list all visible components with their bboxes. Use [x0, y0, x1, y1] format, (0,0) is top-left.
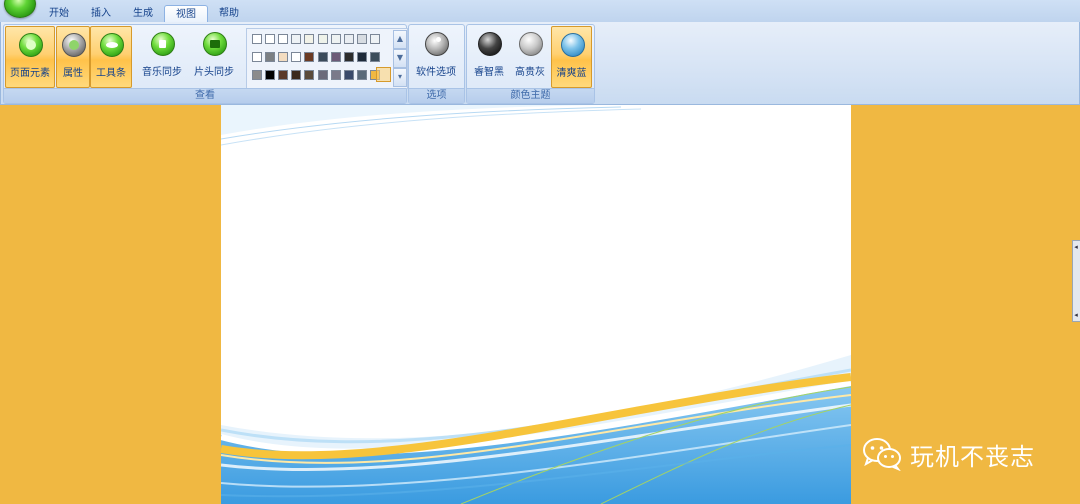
film-icon — [203, 32, 227, 56]
properties-icon — [62, 33, 86, 57]
color-theme-group-label: 颜色主题 — [467, 88, 594, 103]
color-swatch[interactable] — [304, 34, 315, 44]
theme-fresh-blue-label: 清爽蓝 — [556, 68, 587, 79]
color-swatch[interactable] — [356, 52, 367, 62]
header-sync-button[interactable]: 片头同步 — [190, 26, 238, 86]
color-theme-group: 睿智黑 高贵灰 清爽蓝 颜色主题 — [466, 24, 595, 104]
color-swatch[interactable] — [343, 70, 354, 80]
toolbar-label: 工具条 — [96, 68, 126, 79]
collapse-arrow-icon: ◂ — [1074, 243, 1078, 251]
color-swatch[interactable] — [265, 34, 276, 44]
color-swatch[interactable] — [291, 52, 302, 62]
side-collapse-tab[interactable]: ◂ ◂ — [1072, 240, 1080, 322]
header-sync-label: 片头同步 — [194, 67, 234, 78]
page-canvas[interactable] — [221, 105, 851, 504]
knob-icon — [425, 32, 449, 56]
theme-dark-black-button[interactable]: 睿智黑 — [469, 26, 509, 86]
properties-button[interactable]: 属性 — [56, 26, 90, 88]
theme-fresh-blue-button[interactable]: 清爽蓝 — [551, 26, 592, 88]
page-elements-label: 页面元素 — [10, 68, 50, 79]
color-swatch[interactable] — [330, 70, 341, 80]
title-bar: 开始 插入 生成 视图 帮助 — [0, 0, 1080, 24]
ribbon-panel: 页面元素 属性 工具条 音乐同步 片头同步 ▲ ▼ ▾ 查看 软件选项 选项 睿… — [0, 22, 1080, 105]
watermark: 玩机不丧志 — [862, 436, 1035, 472]
color-swatch[interactable] — [317, 70, 328, 80]
wave-background — [221, 105, 851, 504]
color-swatch[interactable] — [343, 52, 354, 62]
color-swatch[interactable] — [278, 34, 289, 44]
theme-elegant-gray-label: 高贵灰 — [515, 67, 545, 78]
tab-insert[interactable]: 插入 — [80, 5, 122, 22]
app-orb-button[interactable] — [4, 0, 36, 18]
tab-help[interactable]: 帮助 — [208, 5, 250, 22]
gallery-scroll-down-button[interactable]: ▼ — [393, 49, 407, 68]
app-window: 开始 插入 生成 视图 帮助 页面元素 属性 工具条 音乐同步 片头同步 ▲ ▼… — [0, 0, 1080, 504]
color-swatch[interactable] — [317, 52, 328, 62]
theme-elegant-gray-button[interactable]: 高贵灰 — [511, 26, 549, 86]
view-group: 页面元素 属性 工具条 音乐同步 片头同步 ▲ ▼ ▾ 查看 — [3, 24, 408, 104]
speaker-icon — [151, 32, 175, 56]
color-swatch[interactable] — [304, 70, 315, 80]
gallery-expand-button[interactable]: ▾ — [393, 68, 407, 87]
dark-theme-icon — [478, 32, 502, 56]
software-options-label: 软件选项 — [416, 67, 456, 78]
properties-label: 属性 — [63, 68, 83, 79]
music-sync-label: 音乐同步 — [142, 67, 182, 78]
view-group-label: 查看 — [4, 88, 406, 103]
color-swatch[interactable] — [265, 52, 276, 62]
tab-generate[interactable]: 生成 — [122, 5, 164, 22]
color-swatch[interactable] — [291, 70, 302, 80]
watermark-text: 玩机不丧志 — [910, 442, 1035, 471]
color-swatch[interactable] — [278, 52, 289, 62]
tab-start[interactable]: 开始 — [38, 5, 80, 22]
page-elements-icon — [19, 33, 43, 57]
color-swatch[interactable] — [252, 34, 262, 44]
wechat-icon — [863, 438, 901, 471]
selected-swatch-highlight — [376, 67, 391, 82]
color-swatch[interactable] — [317, 34, 328, 44]
options-group: 软件选项 选项 — [408, 24, 465, 104]
color-swatch[interactable] — [369, 34, 380, 44]
color-swatch[interactable] — [356, 70, 367, 80]
color-swatch[interactable] — [356, 34, 367, 44]
color-swatch[interactable] — [330, 34, 341, 44]
color-swatch-gallery: ▲ ▼ ▾ — [246, 28, 408, 89]
blue-theme-icon — [560, 33, 585, 57]
page-elements-button[interactable]: 页面元素 — [5, 26, 55, 88]
color-swatch[interactable] — [252, 70, 262, 80]
gray-theme-icon — [519, 32, 543, 56]
eye-icon — [100, 33, 124, 57]
color-swatch[interactable] — [265, 70, 276, 80]
music-sync-button[interactable]: 音乐同步 — [138, 26, 186, 86]
color-swatch[interactable] — [304, 52, 315, 62]
software-options-button[interactable]: 软件选项 — [411, 26, 461, 86]
ribbon-tabs: 开始 插入 生成 视图 帮助 — [38, 5, 250, 24]
color-swatch[interactable] — [291, 34, 302, 44]
color-swatch[interactable] — [252, 52, 262, 62]
color-swatch[interactable] — [343, 34, 354, 44]
gallery-scroll-up-button[interactable]: ▲ — [393, 30, 407, 49]
toolbar-button[interactable]: 工具条 — [90, 26, 132, 88]
color-swatch[interactable] — [278, 70, 289, 80]
expand-arrow-icon: ◂ — [1074, 311, 1078, 319]
color-swatch[interactable] — [369, 52, 380, 62]
theme-dark-black-label: 睿智黑 — [474, 67, 504, 78]
color-swatch[interactable] — [330, 52, 341, 62]
options-group-label: 选项 — [409, 88, 464, 103]
